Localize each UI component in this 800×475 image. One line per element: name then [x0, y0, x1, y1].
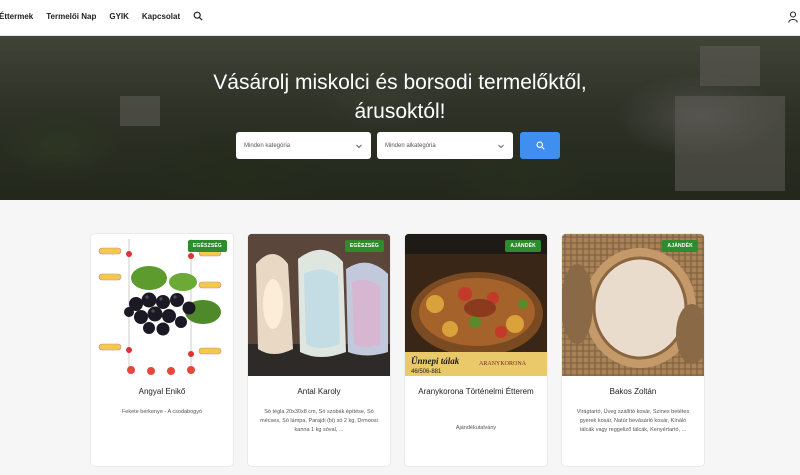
category-badge: EGÉSZSÉG	[344, 240, 384, 252]
category-badge: AJÁNDÉK	[505, 240, 541, 252]
product-description: Fekete berkenye - A csodabogyó	[121, 409, 203, 415]
category-badge: AJÁNDÉK	[662, 240, 698, 252]
category-select[interactable]: Minden kategória	[236, 132, 371, 159]
nav-item-restaurants[interactable]: Éttermek	[0, 12, 33, 21]
nav-item-faq[interactable]: GYIK	[109, 12, 129, 21]
seller-name[interactable]: Bakos Zoltán	[562, 386, 704, 397]
image-label: Ünnepi tálak	[411, 356, 460, 366]
product-card[interactable]: Ünnepi tálak 46/506-881 ARANYKORONA AJÁN…	[405, 234, 547, 466]
product-card[interactable]: EGÉSZSÉG Antal Karoly Só tégla 20x30x8 c…	[248, 234, 390, 466]
product-description: Só tégla 20x30x8 cm, Só szobák építése, …	[260, 409, 378, 433]
image-label: 46/506-881	[411, 369, 442, 375]
product-card[interactable]: EGÉSZSÉG Angyal Enikő Fekete berkenye - …	[91, 234, 233, 466]
chevron-down-icon	[356, 144, 362, 148]
product-card[interactable]: AJÁNDÉK Bakos Zoltán Virágtartó, Üveg sz…	[562, 234, 704, 466]
top-navigation-bar: Éttermek Termelői Nap GYIK Kapcsolat	[0, 0, 800, 36]
hero-title-line-1: Vásárolj miskolci és borsodi termelőktől…	[213, 71, 587, 94]
product-image-festive-platter: Ünnepi tálak 46/506-881 ARANYKORONA	[405, 234, 547, 376]
subcategory-select-value: Minden alkategória	[385, 142, 436, 149]
nav-item-producer-day[interactable]: Termelői Nap	[46, 12, 96, 21]
seller-name[interactable]: Antal Karoly	[248, 386, 390, 397]
main-menu: Éttermek Termelői Nap GYIK Kapcsolat	[0, 11, 203, 21]
nav-item-contact[interactable]: Kapcsolat	[142, 12, 180, 21]
category-badge: EGÉSZSÉG	[187, 240, 227, 252]
hero-banner: Vásárolj miskolci és borsodi termelőktől…	[0, 36, 800, 200]
product-image-salt-lamps	[248, 234, 390, 376]
search-icon	[535, 141, 545, 150]
user-icon[interactable]	[788, 11, 798, 23]
hero-title: Vásárolj miskolci és borsodi termelőktől…	[0, 68, 800, 126]
hero-title-line-2: árusoktól!	[354, 100, 446, 123]
product-description: Ajándékutalvány	[455, 425, 497, 431]
product-description: Virágtartó, Üveg szállító kosár, Színes …	[576, 409, 690, 433]
seller-name[interactable]: Aranykorona Történelmi Étterem	[405, 386, 547, 397]
chevron-down-icon	[498, 144, 504, 148]
search-button[interactable]	[520, 132, 560, 159]
subcategory-select[interactable]: Minden alkategória	[377, 132, 513, 159]
product-image-berries	[91, 234, 233, 376]
image-label: ARANYKORONA	[479, 361, 527, 367]
category-select-value: Minden kategória	[244, 142, 291, 149]
seller-name[interactable]: Angyal Enikő	[91, 386, 233, 397]
product-image-baskets	[562, 234, 704, 376]
search-icon[interactable]	[193, 11, 203, 21]
